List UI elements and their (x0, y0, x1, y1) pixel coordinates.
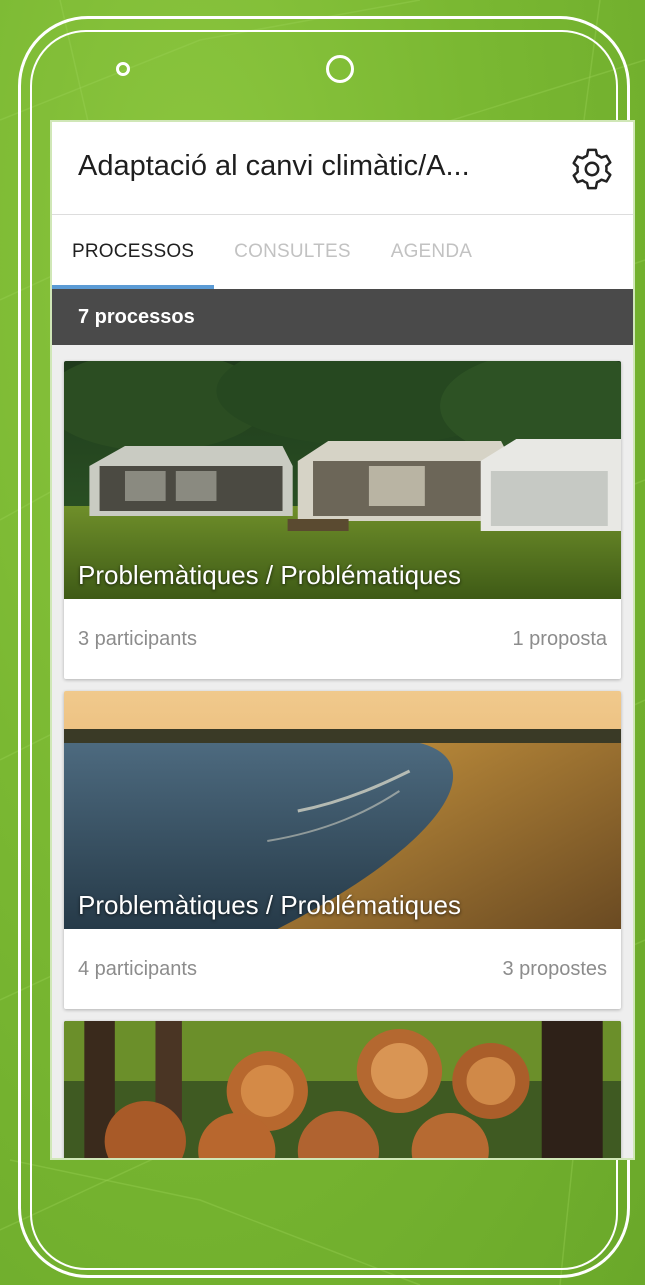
card-footer: 3 participants 1 proposta (64, 599, 621, 679)
tab-consultes[interactable]: CONSULTES (214, 215, 371, 289)
process-card[interactable] (64, 1021, 621, 1158)
participants-count: 3 participants (78, 627, 197, 650)
process-count: 7 processos (52, 289, 633, 345)
card-title: Problemàtiques / Problématiques (78, 560, 461, 590)
process-card[interactable]: Problemàtiques / Problématiques 3 partic… (64, 361, 621, 679)
process-card[interactable]: Problemàtiques / Problématiques 4 partic… (64, 691, 621, 1009)
logs-image (64, 1021, 621, 1158)
proposals-count: 3 propostes (502, 957, 607, 980)
campsite-image: Problemàtiques / Problématiques (64, 361, 621, 599)
sensor-icon (326, 55, 354, 83)
proposals-count: 1 proposta (512, 627, 607, 650)
tab-processos[interactable]: PROCESSOS (52, 215, 215, 289)
tab-bar: PROCESSOS CONSULTES AGENDA (52, 215, 633, 289)
lake-shore-image: Problemàtiques / Problématiques (64, 691, 621, 929)
app-header: Adaptació al canvi climàtic/A... (52, 122, 633, 215)
camera-icon (116, 62, 130, 76)
gear-icon[interactable] (569, 146, 615, 192)
app-screen: Adaptació al canvi climàtic/A... PROCESS… (50, 120, 635, 1160)
page-title: Adaptació al canvi climàtic/A... (78, 150, 470, 182)
process-list: Problemàtiques / Problématiques 3 partic… (52, 345, 633, 1158)
tab-agenda[interactable]: AGENDA (371, 215, 492, 289)
card-title: Problemàtiques / Problématiques (78, 890, 461, 920)
card-footer: 4 participants 3 propostes (64, 929, 621, 1009)
participants-count: 4 participants (78, 957, 197, 980)
